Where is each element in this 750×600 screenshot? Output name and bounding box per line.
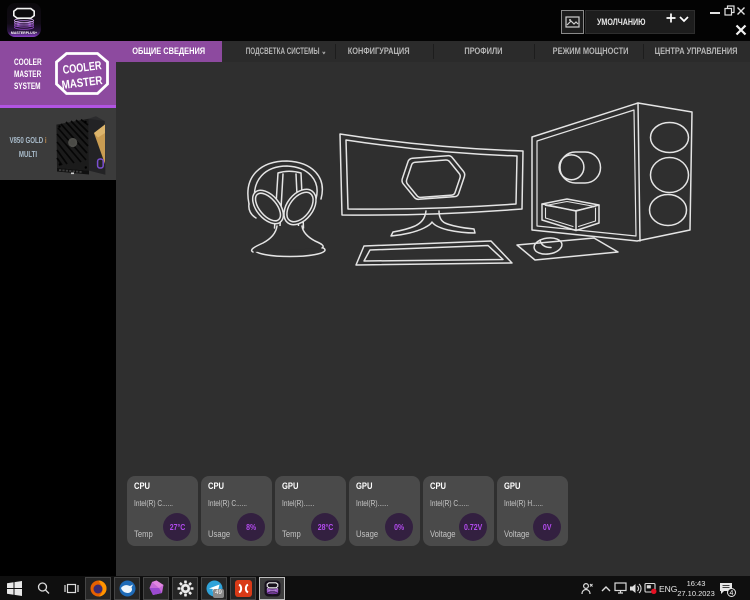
- svg-text:4: 4: [730, 590, 734, 597]
